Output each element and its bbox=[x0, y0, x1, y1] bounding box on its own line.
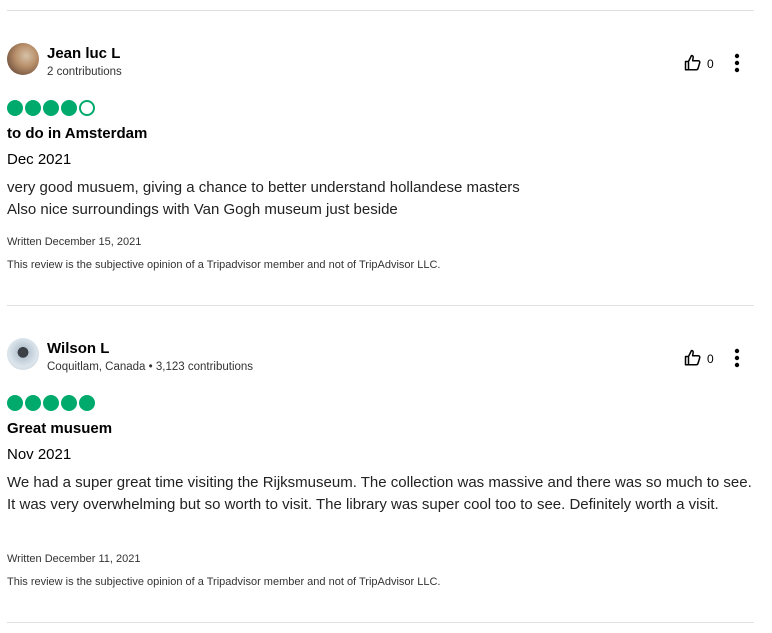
more-vertical-icon[interactable] bbox=[730, 348, 744, 368]
helpful-count: 0 bbox=[707, 352, 714, 366]
review-divider bbox=[7, 622, 754, 623]
visit-date: Dec 2021 bbox=[7, 151, 72, 168]
reviewer-name[interactable]: Wilson L bbox=[47, 340, 109, 357]
review-card: Jean luc L 2 contributions 0 to do in Am… bbox=[0, 43, 772, 333]
rating-bubble-filled bbox=[79, 395, 95, 411]
reviewer-name[interactable]: Jean luc L bbox=[47, 45, 120, 62]
reviewer-contributions: 2 contributions bbox=[47, 66, 122, 78]
review-divider bbox=[7, 10, 754, 11]
avatar[interactable] bbox=[7, 338, 39, 370]
review-divider bbox=[7, 305, 754, 306]
rating-bubble-filled bbox=[25, 395, 41, 411]
rating-bubble-filled bbox=[43, 100, 59, 116]
review-disclaimer: This review is the subjective opinion of… bbox=[7, 259, 441, 271]
review-text-line: Also nice surroundings with Van Gogh mus… bbox=[7, 201, 398, 218]
thumbs-up-icon[interactable] bbox=[684, 54, 702, 72]
review-text: We had a super great time visiting the R… bbox=[7, 472, 752, 516]
rating-bubble-filled bbox=[43, 395, 59, 411]
written-date: Written December 15, 2021 bbox=[7, 236, 142, 248]
bubble-rating bbox=[7, 100, 95, 116]
review-text-line: We had a super great time visiting the R… bbox=[7, 474, 752, 513]
visit-date: Nov 2021 bbox=[7, 446, 72, 463]
rating-bubble-filled bbox=[7, 100, 23, 116]
review-text-line: very good musuem, giving a chance to bet… bbox=[7, 179, 520, 196]
written-date: Written December 11, 2021 bbox=[7, 553, 141, 565]
helpful-count: 0 bbox=[707, 57, 714, 71]
bubble-rating bbox=[7, 395, 95, 411]
reviewer-location-contributions: Coquitlam, Canada • 3,123 contributions bbox=[47, 361, 254, 373]
review-card: Wilson L Coquitlam, Canada • 3,123 contr… bbox=[0, 338, 772, 628]
rating-bubble-filled bbox=[25, 100, 41, 116]
review-text: very good musuem, giving a chance to bet… bbox=[7, 177, 752, 221]
avatar[interactable] bbox=[7, 43, 39, 75]
review-disclaimer: This review is the subjective opinion of… bbox=[7, 576, 441, 588]
rating-bubble-filled bbox=[61, 395, 77, 411]
rating-bubble-empty bbox=[79, 100, 95, 116]
rating-bubble-filled bbox=[61, 100, 77, 116]
thumbs-up-icon[interactable] bbox=[684, 349, 702, 367]
rating-bubble-filled bbox=[7, 395, 23, 411]
more-vertical-icon[interactable] bbox=[730, 53, 744, 73]
review-title[interactable]: to do in Amsterdam bbox=[7, 125, 147, 142]
review-title[interactable]: Great musuem bbox=[7, 420, 112, 437]
